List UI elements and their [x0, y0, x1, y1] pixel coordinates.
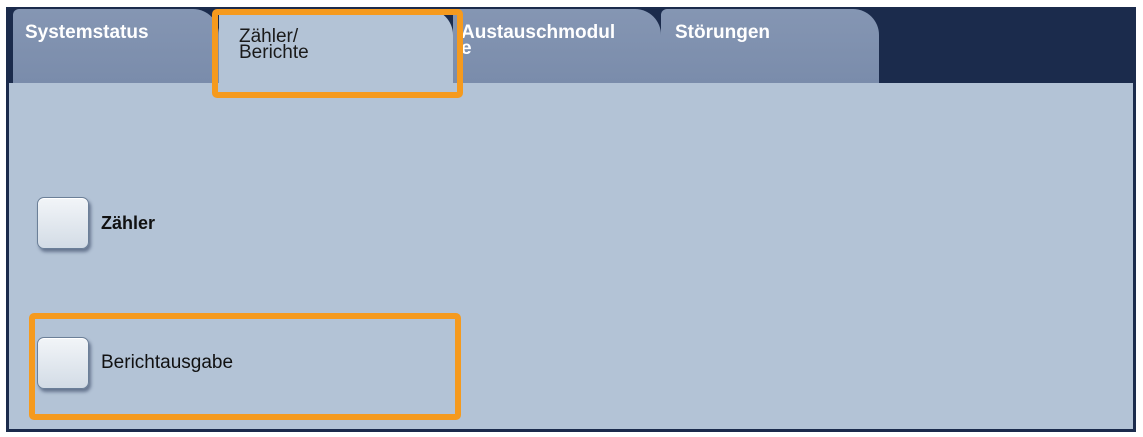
- tab-label: Störungen: [675, 22, 770, 43]
- option-zaehler[interactable]: Zähler: [37, 197, 155, 249]
- tab-label-line-1: Austauschmodul: [461, 22, 616, 43]
- tab-austauschmodule[interactable]: Austauschmodul e: [453, 9, 661, 83]
- zaehler-label: Zähler: [101, 212, 156, 233]
- tab-zaehler-berichte[interactable]: Zähler/ Berichte: [219, 9, 453, 89]
- counters-reports-panel: Systemstatus Zähler/ Berichte Austauschm…: [6, 7, 1136, 432]
- zaehler-checkbox[interactable]: [37, 197, 89, 249]
- tab-label: Systemstatus: [25, 22, 149, 43]
- berichtausgabe-label: Berichtausgabe: [101, 352, 234, 373]
- tab-label-line-2: e: [461, 38, 472, 59]
- tab-label-line-2: Berichte: [239, 42, 309, 63]
- tab-stoerungen[interactable]: Störungen: [661, 9, 879, 83]
- option-berichtausgabe[interactable]: Berichtausgabe: [37, 337, 233, 389]
- tab-bar: Systemstatus Zähler/ Berichte Austauschm…: [9, 7, 1133, 89]
- berichtausgabe-checkbox[interactable]: [37, 337, 89, 389]
- tab-systemstatus[interactable]: Systemstatus: [13, 9, 219, 83]
